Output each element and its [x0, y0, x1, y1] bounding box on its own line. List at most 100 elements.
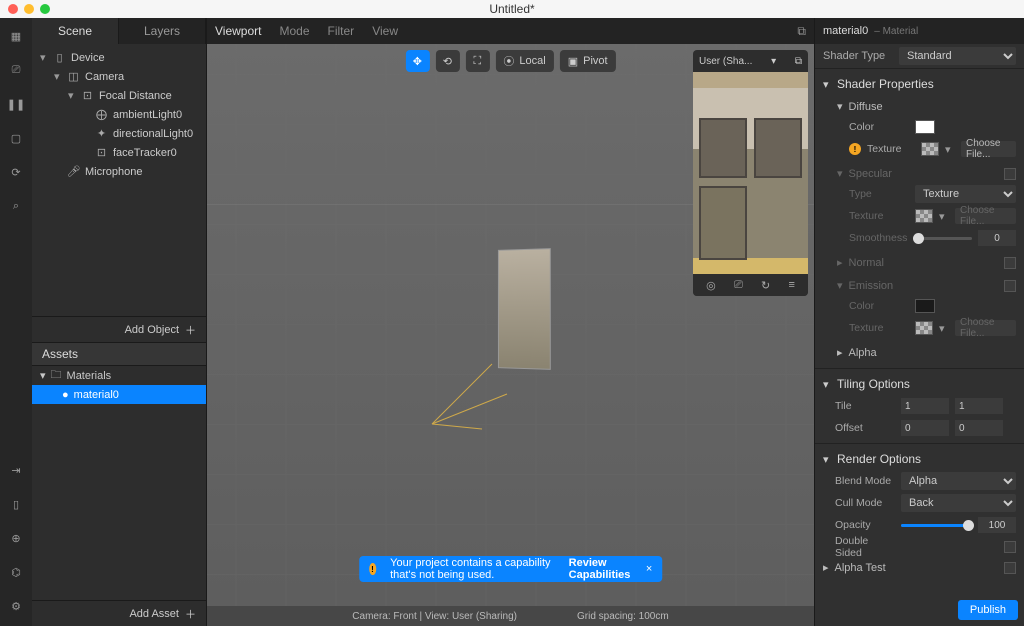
assets-header: Assets — [32, 342, 206, 366]
opacity-value[interactable]: 100 — [978, 517, 1016, 533]
tool-move[interactable]: ✥ — [405, 50, 429, 72]
smoothness-value[interactable]: 0 — [978, 230, 1016, 246]
rail-phone-icon[interactable]: ▯ — [8, 496, 24, 512]
tab-layers[interactable]: Layers — [119, 18, 206, 44]
tree-node-ambient[interactable]: ⨁ambientLight0 — [32, 105, 206, 124]
tab-viewport[interactable]: Viewport — [215, 24, 261, 38]
rail-bug-icon[interactable]: ⌬ — [8, 564, 24, 580]
tile-x-input[interactable] — [901, 398, 949, 414]
prev-camera-icon[interactable]: ⎚ — [734, 279, 743, 292]
prev-record-icon[interactable]: ◎ — [706, 279, 716, 292]
rail-export-icon[interactable]: ⇥ — [8, 462, 24, 478]
opacity-slider[interactable] — [901, 524, 972, 527]
tree-node-directional[interactable]: ✦directionalLight0 — [32, 124, 206, 143]
diffuse-color-swatch[interactable] — [915, 120, 935, 134]
plus-icon: ＋ — [185, 322, 196, 338]
device-icon: ▯ — [53, 51, 66, 64]
shader-properties-header[interactable]: ▾Shader Properties — [815, 73, 1024, 95]
cull-mode-select[interactable]: Back — [901, 494, 1016, 512]
tab-filter[interactable]: Filter — [328, 24, 355, 38]
tab-view[interactable]: View — [372, 24, 398, 38]
popout-icon[interactable]: ⧉ — [797, 24, 806, 39]
tree-node-facetracker[interactable]: ⊡faceTracker0 — [32, 143, 206, 162]
rail-rect-icon[interactable]: ▢ — [8, 130, 24, 146]
emission-header[interactable]: ▾Emission — [829, 276, 1024, 295]
rail-refresh-icon[interactable]: ⟳ — [8, 164, 24, 180]
double-sided-checkbox[interactable] — [1004, 541, 1016, 553]
offset-y-input[interactable] — [955, 420, 1003, 436]
tool-scale[interactable]: ⛶ — [465, 50, 489, 72]
close-window[interactable] — [8, 4, 18, 14]
camera-frustum — [422, 354, 512, 434]
rail-layout-icon[interactable]: ▦ — [8, 28, 24, 44]
toast-review-button[interactable]: Review Capabilities — [569, 557, 632, 581]
render-header[interactable]: ▾Render Options — [815, 448, 1024, 470]
tree-node-camera[interactable]: ▾◫Camera — [32, 67, 206, 86]
specular-type-select[interactable]: Texture — [915, 185, 1016, 203]
material-icon: ● — [62, 389, 69, 401]
rail-pause-icon[interactable]: ❚❚ — [8, 96, 24, 112]
diffuse-texture-row: !Texture▾Choose File... — [829, 138, 1024, 160]
diffuse-header[interactable]: ▾Diffuse — [829, 97, 1024, 116]
preview-header[interactable]: User (Sha...▾⧉ — [693, 50, 808, 72]
inspector-header: material0 – Material — [815, 18, 1024, 44]
tool-local[interactable]: ⦿Local — [495, 50, 553, 72]
alpha-test-checkbox[interactable] — [1004, 562, 1016, 574]
prev-reset-icon[interactable]: ↻ — [761, 279, 770, 292]
texture-swatch-icon[interactable] — [915, 209, 933, 223]
blend-mode-select[interactable]: Alpha — [901, 472, 1016, 490]
asset-folder-materials[interactable]: ▾🗀Materials — [32, 366, 206, 385]
rail-add-icon[interactable]: ⊕ — [8, 530, 24, 546]
zoom-window[interactable] — [40, 4, 50, 14]
light-icon: ⨁ — [95, 108, 108, 121]
tree-node-focal[interactable]: ▾⊡Focal Distance — [32, 86, 206, 105]
rail-camera-icon[interactable]: ⎚ — [8, 62, 24, 78]
tool-pivot[interactable]: ▣Pivot — [560, 50, 616, 72]
shader-type-select[interactable]: Standard — [899, 47, 1016, 65]
inspector-name: material0 — [823, 25, 868, 37]
status-grid: Grid spacing: 100cm — [577, 611, 669, 622]
add-asset-button[interactable]: Add Asset＋ — [32, 600, 206, 626]
emission-choose-file[interactable]: Choose File... — [955, 320, 1016, 336]
popout-icon[interactable]: ⧉ — [795, 56, 802, 67]
tab-mode[interactable]: Mode — [279, 24, 309, 38]
tiling-header[interactable]: ▾Tiling Options — [815, 373, 1024, 395]
scene-plane[interactable] — [498, 248, 551, 370]
rail-settings-icon[interactable]: ⚙ — [8, 598, 24, 614]
normal-checkbox[interactable] — [1004, 257, 1016, 269]
specular-header[interactable]: ▾Specular — [829, 164, 1024, 183]
tab-scene[interactable]: Scene — [32, 18, 119, 44]
texture-swatch-icon[interactable] — [915, 321, 933, 335]
device-preview: User (Sha...▾⧉ ◎ ⎚ ↻ ≡ — [693, 50, 808, 296]
emission-checkbox[interactable] — [1004, 280, 1016, 292]
smoothness-slider[interactable] — [915, 237, 972, 240]
shader-type-row: Shader Type Standard — [815, 44, 1024, 68]
rail-search-icon[interactable]: ⌕ — [8, 198, 24, 214]
offset-x-input[interactable] — [901, 420, 949, 436]
tile-y-input[interactable] — [955, 398, 1003, 414]
normal-header[interactable]: ▸Normal — [829, 253, 1024, 272]
emission-color-swatch[interactable] — [915, 299, 935, 313]
publish-button[interactable]: Publish — [958, 600, 1018, 620]
toast-close-icon[interactable]: × — [646, 563, 652, 575]
dirlight-icon: ✦ — [95, 127, 108, 140]
add-object-button[interactable]: Add Object＋ — [32, 316, 206, 342]
minimize-window[interactable] — [24, 4, 34, 14]
prev-menu-icon[interactable]: ≡ — [788, 279, 794, 291]
diffuse-color-row: Color — [829, 116, 1024, 138]
tool-rotate[interactable]: ⟲ — [435, 50, 459, 72]
specular-choose-file[interactable]: Choose File... — [955, 208, 1016, 224]
asset-material0[interactable]: ●material0 — [32, 385, 206, 404]
diffuse-choose-file[interactable]: Choose File... — [961, 141, 1016, 157]
tree-node-device[interactable]: ▾▯Device — [32, 48, 206, 67]
preview-toolbar: ◎ ⎚ ↻ ≡ — [693, 274, 808, 296]
texture-swatch-icon[interactable] — [921, 142, 939, 156]
specular-checkbox[interactable] — [1004, 168, 1016, 180]
pivot-icon: ▣ — [568, 55, 578, 68]
chevron-down-icon[interactable]: ▾ — [945, 143, 955, 156]
alpha-test-header[interactable]: ▸Alpha Test — [815, 558, 1024, 577]
viewport-3d[interactable]: ✥ ⟲ ⛶ ⦿Local ▣Pivot User (Sha...▾⧉ ◎ ⎚ ↻… — [207, 44, 814, 606]
center-panel: Viewport Mode Filter View ⧉ ✥ ⟲ ⛶ ⦿Local… — [207, 18, 814, 626]
alpha-header[interactable]: ▸Alpha — [829, 343, 1024, 362]
tree-node-mic[interactable]: 🎤︎Microphone — [32, 162, 206, 181]
